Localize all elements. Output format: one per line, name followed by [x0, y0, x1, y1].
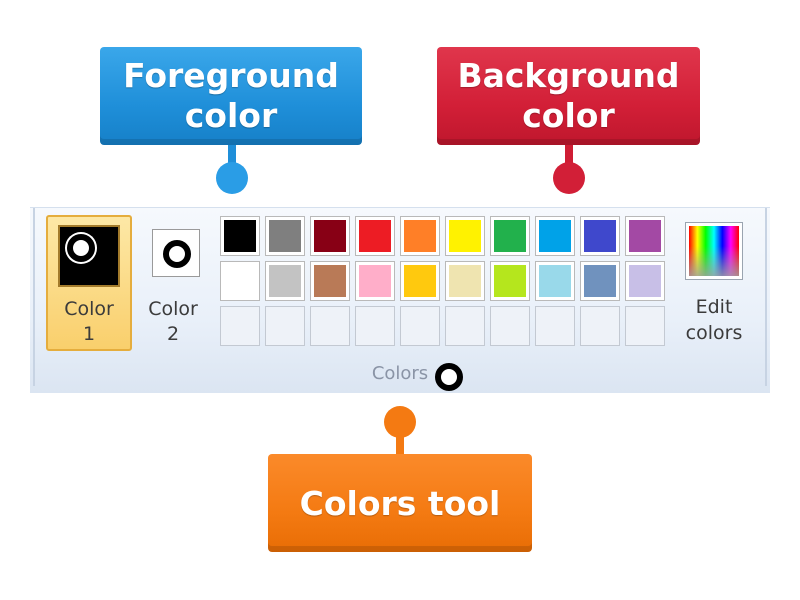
- palette-custom-slot[interactable]: [220, 306, 260, 346]
- color-2-swatch: [152, 229, 200, 277]
- palette-custom-slot[interactable]: [400, 306, 440, 346]
- palette-custom-slot[interactable]: [490, 306, 530, 346]
- foreground-marker-ring: [67, 234, 95, 262]
- colors-tool-callout-label: Colors tool: [299, 483, 501, 523]
- foreground-color-callout-label: Foreground color: [123, 56, 339, 135]
- palette-swatch-fill: [449, 220, 481, 252]
- palette-swatch[interactable]: [220, 216, 260, 256]
- palette-swatch[interactable]: [580, 261, 620, 301]
- palette-swatch-fill: [224, 220, 256, 252]
- palette-custom-slot[interactable]: [625, 306, 665, 346]
- palette-swatch-fill: [314, 220, 346, 252]
- palette-swatch[interactable]: [490, 216, 530, 256]
- palette-custom-slot[interactable]: [445, 306, 485, 346]
- color-1-label: Color 1: [64, 298, 114, 345]
- palette-swatch-fill: [494, 265, 526, 297]
- palette-swatch[interactable]: [265, 216, 305, 256]
- foreground-callout-pointer-dot: [216, 162, 248, 194]
- palette-swatch[interactable]: [535, 216, 575, 256]
- palette-swatch[interactable]: [355, 216, 395, 256]
- palette-swatch[interactable]: [625, 216, 665, 256]
- palette-swatch[interactable]: [265, 261, 305, 301]
- colors-tool-callout-pointer-stem: [396, 432, 404, 456]
- palette-custom-slot[interactable]: [265, 306, 305, 346]
- palette-custom-slot[interactable]: [310, 306, 350, 346]
- palette-swatch-fill: [269, 265, 301, 297]
- palette-swatch[interactable]: [445, 216, 485, 256]
- palette-swatch[interactable]: [400, 261, 440, 301]
- palette-custom-slot[interactable]: [580, 306, 620, 346]
- palette-swatch-fill: [539, 265, 571, 297]
- palette-swatch-fill: [404, 220, 436, 252]
- palette-swatch-fill: [314, 265, 346, 297]
- background-callout-pointer-dot: [553, 162, 585, 194]
- foreground-color-callout: Foreground color: [100, 47, 362, 145]
- palette-swatch-fill: [449, 265, 481, 297]
- palette-swatch-fill: [629, 220, 661, 252]
- palette-swatch[interactable]: [580, 216, 620, 256]
- colors-tool-callout: Colors tool: [268, 454, 532, 552]
- color-1-button[interactable]: Color 1: [46, 215, 132, 351]
- palette-swatch-fill: [539, 220, 571, 252]
- palette-custom-slot[interactable]: [535, 306, 575, 346]
- colors-tool-marker-ring: [435, 363, 463, 391]
- palette-custom-slot[interactable]: [355, 306, 395, 346]
- palette-swatch[interactable]: [400, 216, 440, 256]
- background-marker-ring: [163, 240, 191, 268]
- color-spectrum-icon: [685, 222, 743, 280]
- palette-swatch-fill: [404, 265, 436, 297]
- palette-swatch[interactable]: [310, 261, 350, 301]
- palette-swatch-fill: [584, 265, 616, 297]
- palette-swatch[interactable]: [310, 216, 350, 256]
- palette-swatch[interactable]: [355, 261, 395, 301]
- background-color-callout-label: Background color: [457, 56, 680, 135]
- palette-swatch-fill: [359, 220, 391, 252]
- palette-swatch-fill: [224, 265, 256, 297]
- palette-swatch[interactable]: [445, 261, 485, 301]
- edit-colors-button[interactable]: Edit colors: [678, 218, 750, 350]
- edit-colors-label: Edit colors: [685, 296, 743, 344]
- palette-swatch[interactable]: [490, 261, 530, 301]
- palette-swatch-fill: [359, 265, 391, 297]
- background-color-callout: Background color: [437, 47, 700, 145]
- palette-swatch-fill: [269, 220, 301, 252]
- color-2-button[interactable]: Color 2: [138, 217, 208, 349]
- colors-ribbon-group: Color 1 Color 2 Edit colors Colors: [30, 207, 770, 393]
- palette-swatch[interactable]: [535, 261, 575, 301]
- ribbon-left-separator: [33, 208, 35, 386]
- colors-group-label: Colors: [371, 363, 429, 384]
- color-2-label: Color 2: [148, 298, 198, 345]
- palette-swatch-fill: [494, 220, 526, 252]
- palette-swatch[interactable]: [220, 261, 260, 301]
- palette-swatch-fill: [629, 265, 661, 297]
- palette-swatch[interactable]: [625, 261, 665, 301]
- ribbon-right-separator: [765, 208, 767, 386]
- palette-swatch-fill: [584, 220, 616, 252]
